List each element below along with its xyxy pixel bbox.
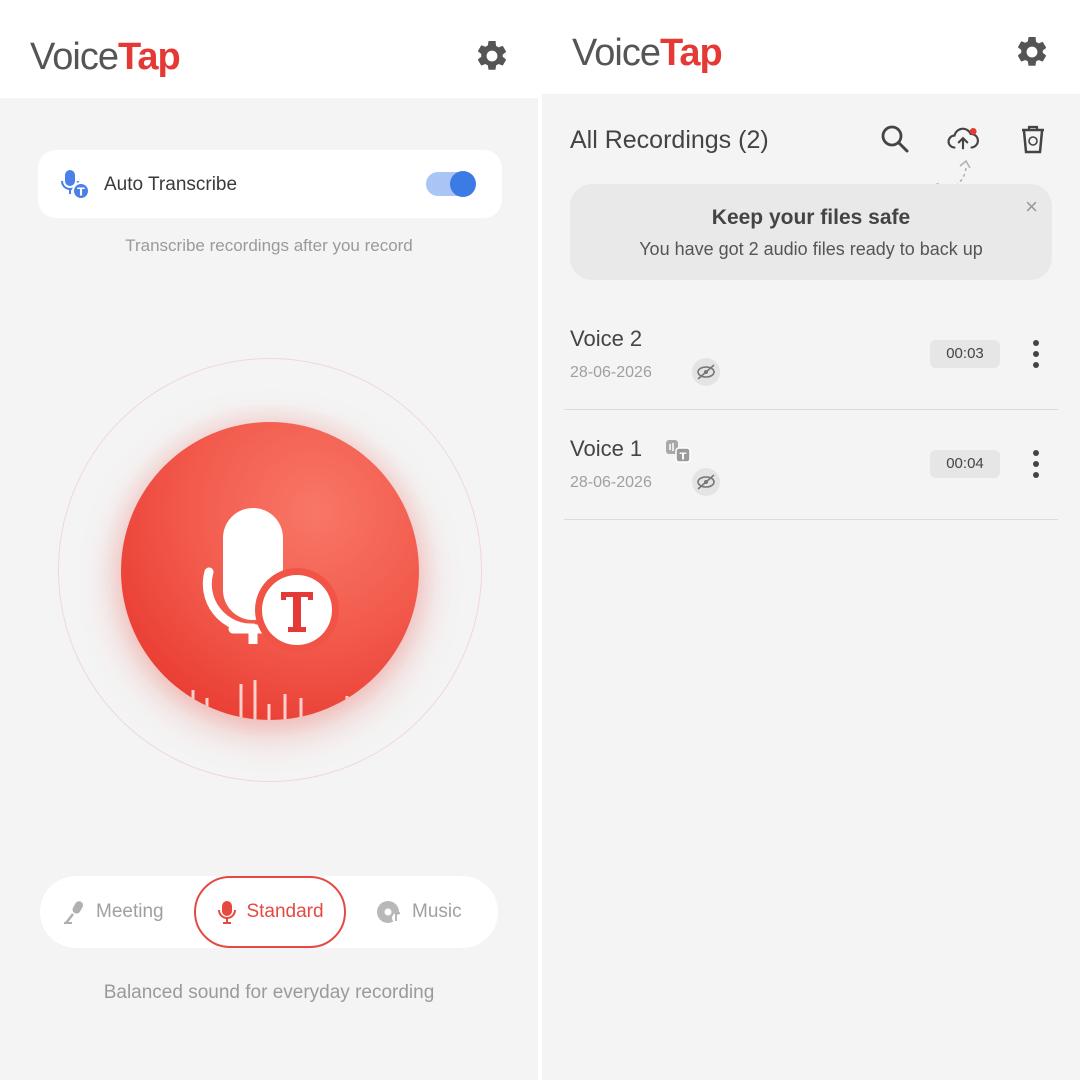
music-disc-icon <box>377 901 402 923</box>
app-bar: VoiceTap <box>0 0 538 98</box>
mode-description: Balanced sound for everyday recording <box>103 982 435 1003</box>
hidden-icon[interactable] <box>692 468 720 496</box>
cloud-upload-icon[interactable] <box>946 122 980 156</box>
list-item[interactable]: Voice 2 28-06-2026 00:03 <box>564 300 1058 410</box>
auto-transcribe-hint: Transcribe recordings after you record <box>125 236 413 255</box>
backup-banner: Keep your files safe You have got 2 audi… <box>570 184 1052 280</box>
more-options-icon[interactable] <box>1028 448 1044 480</box>
recording-mode-selector: Meeting Standard Music <box>40 876 498 948</box>
trash-icon[interactable] <box>1016 122 1050 156</box>
auto-transcribe-label: Auto Transcribe <box>104 174 238 195</box>
mic-transcribe-icon: T <box>61 170 90 200</box>
recordings-title: All Recordings (2) <box>570 126 769 154</box>
mode-standard[interactable]: Standard <box>194 876 346 948</box>
recordings-screen: VoiceTap All Recordings (2) Keep your fi… <box>542 0 1080 1080</box>
app-logo: VoiceTap <box>30 36 181 78</box>
mode-standard-label: Standard <box>246 901 324 922</box>
mode-meeting[interactable]: Meeting <box>62 876 164 948</box>
hidden-icon[interactable] <box>692 358 720 386</box>
mode-music[interactable]: Music <box>376 876 462 948</box>
search-icon[interactable] <box>878 122 912 156</box>
transcribed-icon: T <box>666 440 691 463</box>
banner-title: Keep your files safe <box>711 206 911 229</box>
recording-duration: 00:04 <box>930 450 1000 478</box>
recording-date: 28-06-2026 <box>570 364 652 381</box>
mode-meeting-label: Meeting <box>96 901 164 922</box>
auto-transcribe-toggle[interactable] <box>426 171 476 197</box>
banner-subtitle: You have got 2 audio files ready to back… <box>639 239 983 259</box>
voice-wave-mic-icon <box>218 901 237 924</box>
svg-text:T: T <box>77 186 85 199</box>
close-icon[interactable]: × <box>1025 194 1038 220</box>
auto-transcribe-card: T Auto Transcribe <box>38 150 502 218</box>
more-options-icon[interactable] <box>1028 338 1044 370</box>
microphone-stand-icon <box>64 901 83 924</box>
recording-duration: 00:03 <box>930 340 1000 368</box>
toggle-knob <box>450 171 476 197</box>
recording-date: 28-06-2026 <box>570 474 652 491</box>
app-logo: VoiceTap <box>572 32 723 74</box>
app-bar: VoiceTap <box>542 0 1080 94</box>
recording-name: Voice 1 <box>570 436 643 461</box>
record-button[interactable] <box>121 422 419 720</box>
mic-transcribe-icon <box>191 508 349 720</box>
record-screen: VoiceTap T Auto Transcribe Transcribe re… <box>0 0 538 1080</box>
gear-icon[interactable] <box>474 38 510 74</box>
svg-text:T: T <box>680 452 687 463</box>
gear-icon[interactable] <box>1014 34 1050 70</box>
list-item[interactable]: Voice 1 T 28-06-2026 00:04 <box>564 410 1058 520</box>
recording-name: Voice 2 <box>570 326 643 351</box>
mode-music-label: Music <box>412 901 462 922</box>
